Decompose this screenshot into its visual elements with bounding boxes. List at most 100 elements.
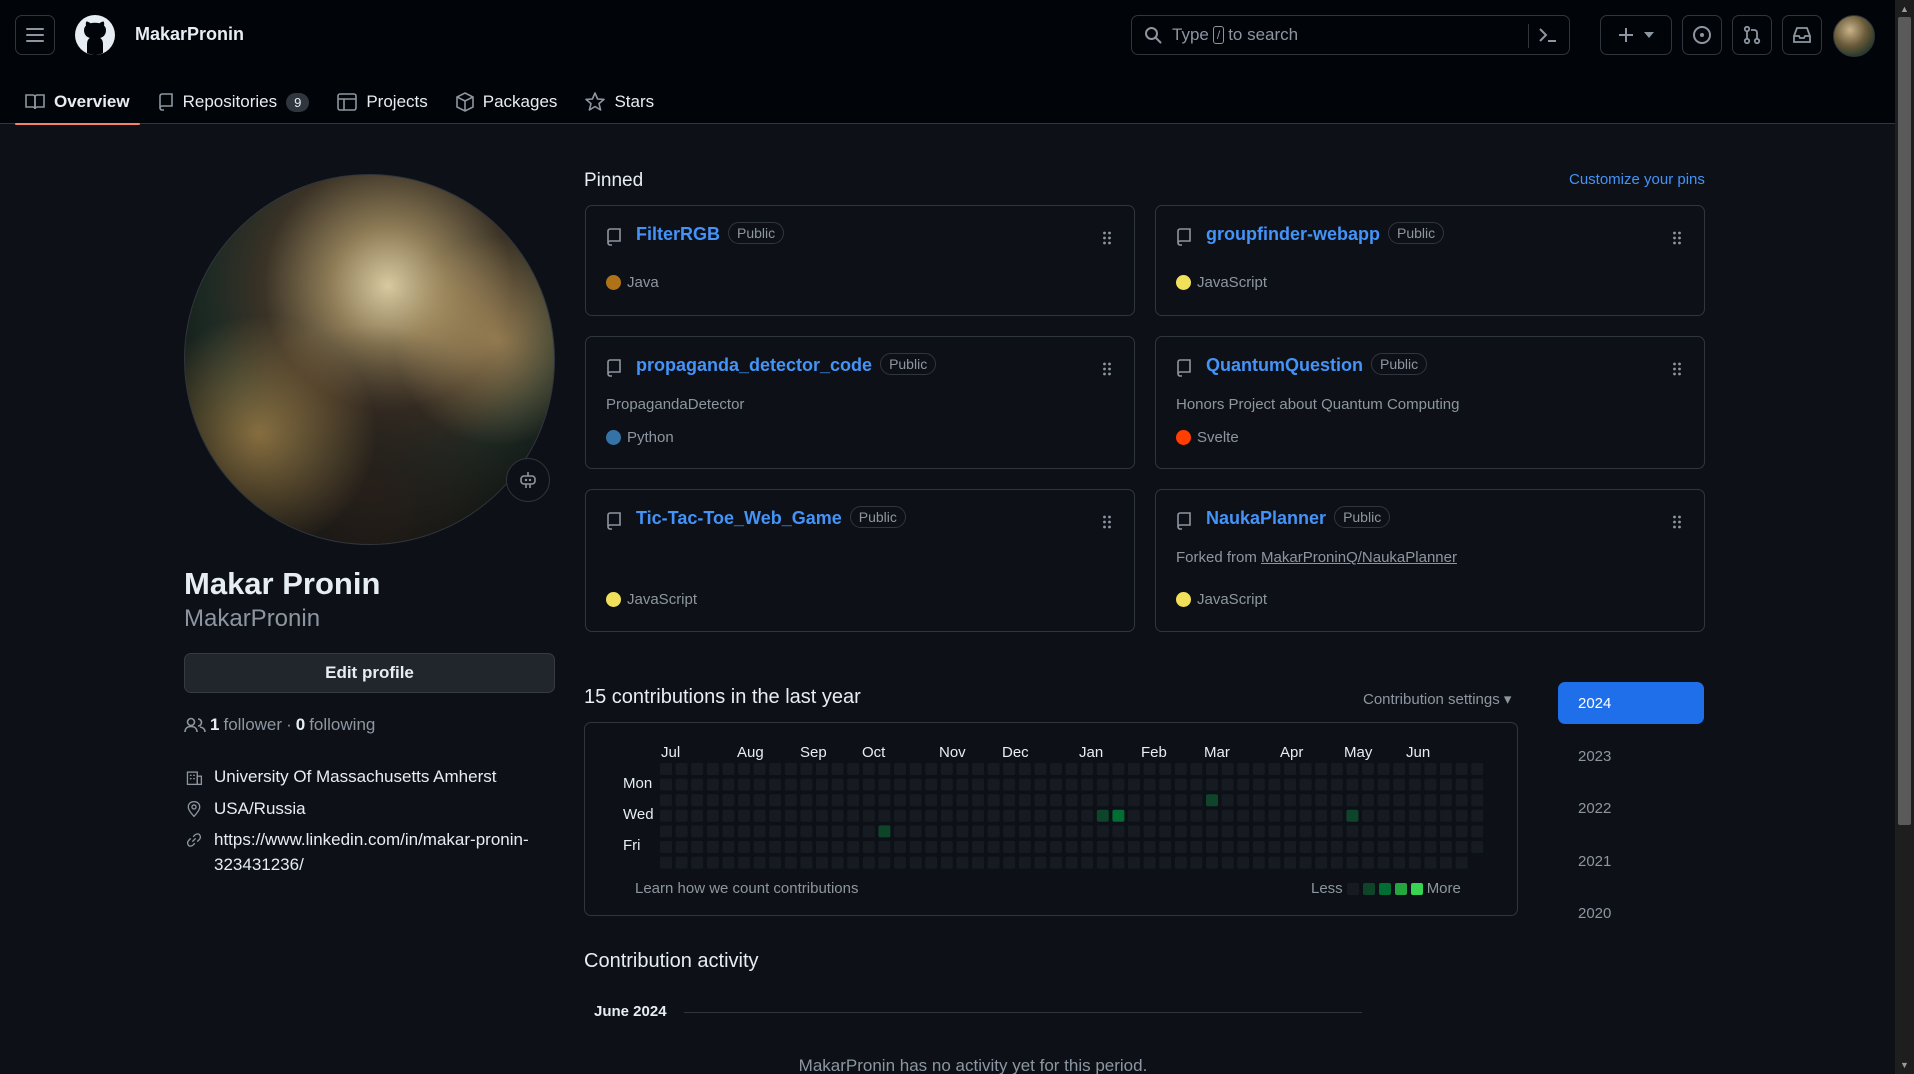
contribution-day-cell[interactable] bbox=[878, 841, 891, 853]
contribution-day-cell[interactable] bbox=[1284, 778, 1296, 791]
contribution-day-cell[interactable] bbox=[1206, 778, 1218, 791]
contribution-day-cell[interactable] bbox=[1050, 763, 1062, 775]
contribution-day-cell[interactable] bbox=[909, 794, 922, 807]
contribution-day-cell[interactable] bbox=[784, 841, 797, 853]
contribution-day-cell[interactable] bbox=[831, 809, 844, 822]
contribution-day-cell[interactable] bbox=[1346, 856, 1359, 869]
contribution-day-cell[interactable] bbox=[862, 841, 875, 853]
contribution-day-cell[interactable] bbox=[1003, 778, 1016, 791]
contribution-day-cell[interactable] bbox=[972, 841, 984, 853]
contribution-day-cell[interactable] bbox=[1065, 809, 1078, 822]
contribution-day-cell[interactable] bbox=[1112, 856, 1125, 869]
contribution-day-cell[interactable] bbox=[753, 825, 766, 838]
following-count[interactable]: 0 bbox=[296, 715, 305, 735]
contribution-day-cell[interactable] bbox=[987, 809, 1000, 822]
contribution-day-cell[interactable] bbox=[1330, 809, 1343, 822]
contribution-day-cell[interactable] bbox=[784, 825, 797, 838]
website-link-line1[interactable]: https://www.linkedin.com/in/makar-pronin… bbox=[214, 830, 529, 849]
contribution-day-cell[interactable] bbox=[1081, 825, 1094, 838]
drag-handle-icon[interactable] bbox=[1672, 230, 1682, 246]
contribution-day-cell[interactable] bbox=[1237, 778, 1250, 791]
contribution-day-cell[interactable] bbox=[894, 809, 906, 822]
contribution-day-cell[interactable] bbox=[1440, 809, 1452, 822]
tab-repositories[interactable]: Repositories 9 bbox=[148, 80, 320, 124]
contribution-day-cell[interactable] bbox=[1346, 809, 1359, 822]
contribution-day-cell[interactable] bbox=[1393, 809, 1406, 822]
contribution-day-cell[interactable] bbox=[1050, 856, 1062, 869]
contribution-day-cell[interactable] bbox=[1159, 763, 1172, 775]
tab-stars[interactable]: Stars bbox=[575, 80, 664, 124]
contribution-day-cell[interactable] bbox=[1096, 794, 1109, 807]
contribution-day-cell[interactable] bbox=[1003, 763, 1016, 775]
contribution-day-cell[interactable] bbox=[706, 809, 719, 822]
website-link-line2[interactable]: 323431236/ bbox=[214, 855, 304, 874]
repo-name-link[interactable]: NaukaPlanner bbox=[1206, 508, 1326, 528]
contribution-day-cell[interactable] bbox=[940, 763, 953, 775]
contribution-day-cell[interactable] bbox=[1174, 763, 1187, 775]
contribution-day-cell[interactable] bbox=[956, 794, 969, 807]
contribution-day-cell[interactable] bbox=[878, 809, 891, 822]
contribution-day-cell[interactable] bbox=[1159, 809, 1172, 822]
contribution-day-cell[interactable] bbox=[1377, 763, 1390, 775]
contribution-day-cell[interactable] bbox=[1424, 841, 1437, 853]
contribution-day-cell[interactable] bbox=[1315, 856, 1328, 869]
contribution-day-cell[interactable] bbox=[909, 778, 922, 791]
contribution-day-cell[interactable] bbox=[1221, 763, 1234, 775]
contribution-day-cell[interactable] bbox=[1018, 763, 1031, 775]
contribution-day-cell[interactable] bbox=[878, 856, 891, 869]
contribution-day-cell[interactable] bbox=[1408, 794, 1421, 807]
contribution-day-cell[interactable] bbox=[1128, 809, 1140, 822]
contribution-day-cell[interactable] bbox=[847, 841, 860, 853]
contribution-day-cell[interactable] bbox=[1237, 809, 1250, 822]
contribution-day-cell[interactable] bbox=[800, 763, 813, 775]
contribution-day-cell[interactable] bbox=[706, 794, 719, 807]
contribution-day-cell[interactable] bbox=[753, 778, 766, 791]
followers-label[interactable]: follower bbox=[223, 715, 282, 735]
contribution-day-cell[interactable] bbox=[1377, 841, 1390, 853]
contribution-day-cell[interactable] bbox=[1174, 856, 1187, 869]
contribution-day-cell[interactable] bbox=[722, 856, 735, 869]
contribution-day-cell[interactable] bbox=[1424, 825, 1437, 838]
contribution-day-cell[interactable] bbox=[1471, 841, 1484, 853]
contribution-day-cell[interactable] bbox=[909, 763, 922, 775]
contribution-day-cell[interactable] bbox=[1440, 794, 1452, 807]
contribution-day-cell[interactable] bbox=[1065, 778, 1078, 791]
contribution-day-cell[interactable] bbox=[784, 778, 797, 791]
contribution-day-cell[interactable] bbox=[1003, 841, 1016, 853]
contribution-day-cell[interactable] bbox=[909, 809, 922, 822]
contribution-day-cell[interactable] bbox=[1315, 841, 1328, 853]
contribution-day-cell[interactable] bbox=[1268, 809, 1281, 822]
page-scrollbar[interactable]: ▲ ▼ bbox=[1895, 0, 1914, 1074]
contribution-day-cell[interactable] bbox=[1455, 794, 1468, 807]
menu-button[interactable] bbox=[15, 15, 55, 55]
contribution-day-cell[interactable] bbox=[1112, 763, 1125, 775]
contribution-day-cell[interactable] bbox=[956, 856, 969, 869]
contribution-day-cell[interactable] bbox=[660, 809, 672, 822]
contribution-day-cell[interactable] bbox=[675, 825, 688, 838]
forked-from-link[interactable]: MakarProninQ/NaukaPlanner bbox=[1261, 549, 1457, 566]
contribution-day-cell[interactable] bbox=[1065, 825, 1078, 838]
website-link[interactable]: https://www.linkedin.com/in/makar-pronin… bbox=[214, 827, 529, 877]
contribution-day-cell[interactable] bbox=[1206, 841, 1218, 853]
contribution-day-cell[interactable] bbox=[753, 856, 766, 869]
contribution-day-cell[interactable] bbox=[1159, 856, 1172, 869]
contribution-day-cell[interactable] bbox=[1190, 856, 1203, 869]
contribution-day-cell[interactable] bbox=[738, 778, 750, 791]
contribution-day-cell[interactable] bbox=[660, 763, 672, 775]
contribution-day-cell[interactable] bbox=[1190, 809, 1203, 822]
contribution-day-cell[interactable] bbox=[1408, 856, 1421, 869]
contribution-day-cell[interactable] bbox=[940, 856, 953, 869]
contribution-day-cell[interactable] bbox=[1377, 809, 1390, 822]
contribution-day-cell[interactable] bbox=[1081, 778, 1094, 791]
contribution-day-cell[interactable] bbox=[691, 825, 704, 838]
contribution-day-cell[interactable] bbox=[940, 841, 953, 853]
contribution-day-cell[interactable] bbox=[909, 825, 922, 838]
contribution-day-cell[interactable] bbox=[675, 794, 688, 807]
contribution-day-cell[interactable] bbox=[1393, 794, 1406, 807]
contribution-day-cell[interactable] bbox=[1159, 841, 1172, 853]
drag-handle-icon[interactable] bbox=[1672, 361, 1682, 377]
contribution-day-cell[interactable] bbox=[1050, 809, 1062, 822]
contribution-day-cell[interactable] bbox=[1471, 825, 1484, 838]
contribution-day-cell[interactable] bbox=[972, 809, 984, 822]
contribution-day-cell[interactable] bbox=[1018, 794, 1031, 807]
